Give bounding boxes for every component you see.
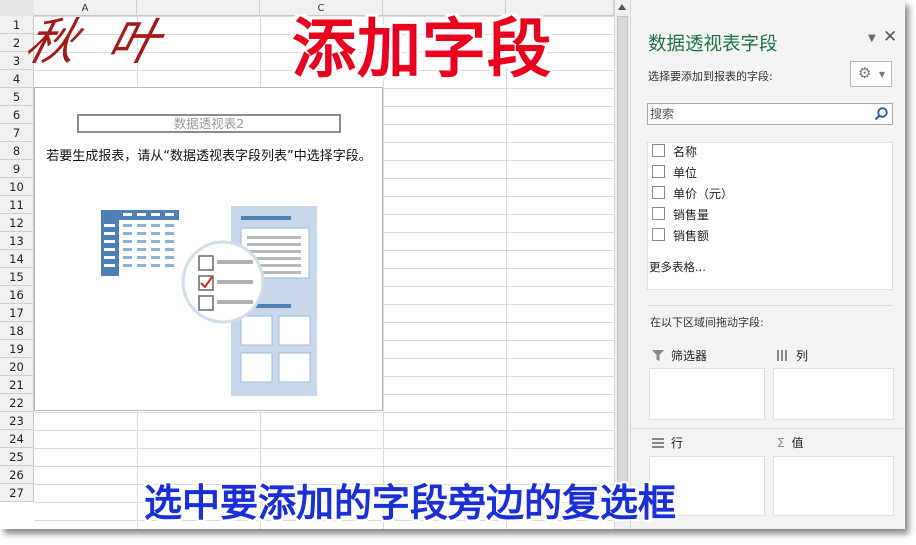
- field-checkbox[interactable]: [652, 186, 665, 199]
- gear-icon: ⚙: [858, 64, 872, 82]
- row-header[interactable]: 18: [0, 322, 34, 340]
- values-area-header: Σ值: [777, 436, 804, 450]
- pane-options-chevron-icon[interactable]: ▼: [868, 33, 876, 44]
- row-header[interactable]: 23: [0, 412, 34, 430]
- row-header[interactable]: 24: [0, 430, 34, 448]
- scroll-thumb[interactable]: [617, 16, 628, 486]
- field-checkbox[interactable]: [652, 228, 665, 241]
- field-checkbox[interactable]: [652, 207, 665, 220]
- pivot-fields-pane: 数据透视表字段 ▼ ✕ 选择要添加到报表的字段: ⚙ ▼ 名称 单位 单价（元）: [631, 0, 905, 529]
- row-header[interactable]: 8: [0, 142, 34, 160]
- field-label: 单价（元）: [673, 187, 734, 201]
- vertical-scrollbar[interactable]: [614, 0, 631, 529]
- sigma-icon: Σ: [777, 436, 785, 450]
- row-header[interactable]: 11: [0, 196, 34, 214]
- tutorial-title: 添加字段: [292, 13, 552, 87]
- row-header[interactable]: 16: [0, 286, 34, 304]
- chevron-down-icon: ▼: [879, 70, 886, 79]
- row-header[interactable]: 17: [0, 304, 34, 322]
- field-label: 名称: [673, 145, 698, 159]
- field-checkbox[interactable]: [652, 165, 665, 178]
- settings-button[interactable]: ⚙ ▼: [850, 61, 892, 87]
- row-header[interactable]: 26: [0, 466, 34, 484]
- select-all-corner[interactable]: [0, 0, 35, 17]
- more-tables-link[interactable]: 更多表格...: [649, 259, 706, 275]
- field-item[interactable]: 单位: [652, 164, 697, 182]
- tutorial-caption: 选中要添加的字段旁边的复选框: [144, 481, 677, 525]
- row-header[interactable]: 6: [0, 106, 34, 124]
- row-header[interactable]: 19: [0, 340, 34, 358]
- pivot-table-hint: 若要生成报表，请从“数据透视表字段列表”中选择字段。: [46, 149, 372, 164]
- field-item[interactable]: 名称: [652, 143, 697, 161]
- row-header[interactable]: 15: [0, 268, 34, 286]
- field-item[interactable]: 销售量: [652, 206, 709, 224]
- field-checkbox[interactable]: [652, 144, 665, 157]
- pivot-illustration-icon: [101, 206, 317, 396]
- columns-area-header: 列: [777, 347, 808, 364]
- rows-area-header: 行: [652, 434, 683, 451]
- excel-window: A C 1 2 3 4 5 6 7 8 9 10 11 12 13 14 15 16 17 18 19 20 21 22 2…: [0, 0, 905, 529]
- row-header[interactable]: 20: [0, 358, 34, 376]
- pivot-table-name: 数据透视表2: [77, 114, 341, 133]
- logo-calligraphy: 秋 叶: [19, 13, 175, 71]
- rows-icon: [652, 438, 664, 448]
- pane-divider: [647, 305, 893, 306]
- row-header[interactable]: 27: [0, 484, 34, 502]
- close-icon[interactable]: ✕: [883, 27, 897, 47]
- row-header[interactable]: 21: [0, 376, 34, 394]
- row-header[interactable]: 13: [0, 232, 34, 250]
- row-header[interactable]: 9: [0, 160, 34, 178]
- pane-subtitle: 选择要添加到报表的字段:: [648, 70, 773, 83]
- field-item[interactable]: 单价（元）: [652, 185, 733, 203]
- field-label: 销售额: [673, 229, 710, 243]
- row-header[interactable]: 14: [0, 250, 34, 268]
- funnel-icon: [652, 350, 664, 361]
- drag-hint: 在以下区域间拖动字段:: [650, 316, 764, 329]
- pane-title: 数据透视表字段: [648, 34, 778, 55]
- columns-icon: [777, 350, 787, 361]
- row-header[interactable]: 12: [0, 214, 34, 232]
- filters-area-header: 筛选器: [652, 347, 707, 364]
- values-drop-zone[interactable]: [773, 456, 894, 516]
- field-item[interactable]: 销售额: [652, 227, 709, 245]
- field-label: 单位: [673, 166, 698, 180]
- field-search-box[interactable]: [647, 103, 893, 125]
- row-header[interactable]: 5: [0, 88, 34, 106]
- scroll-up-icon[interactable]: [618, 4, 626, 10]
- row-header[interactable]: 25: [0, 448, 34, 466]
- pivot-table-placeholder[interactable]: 数据透视表2 若要生成报表，请从“数据透视表字段列表”中选择字段。: [34, 87, 383, 411]
- filters-drop-zone[interactable]: [649, 368, 765, 420]
- columns-drop-zone[interactable]: [773, 368, 894, 420]
- search-input[interactable]: [650, 105, 870, 123]
- row-header[interactable]: 22: [0, 394, 34, 412]
- field-label: 销售量: [673, 208, 710, 222]
- row-header[interactable]: 10: [0, 178, 34, 196]
- search-icon[interactable]: [873, 106, 889, 122]
- row-header[interactable]: 7: [0, 124, 34, 142]
